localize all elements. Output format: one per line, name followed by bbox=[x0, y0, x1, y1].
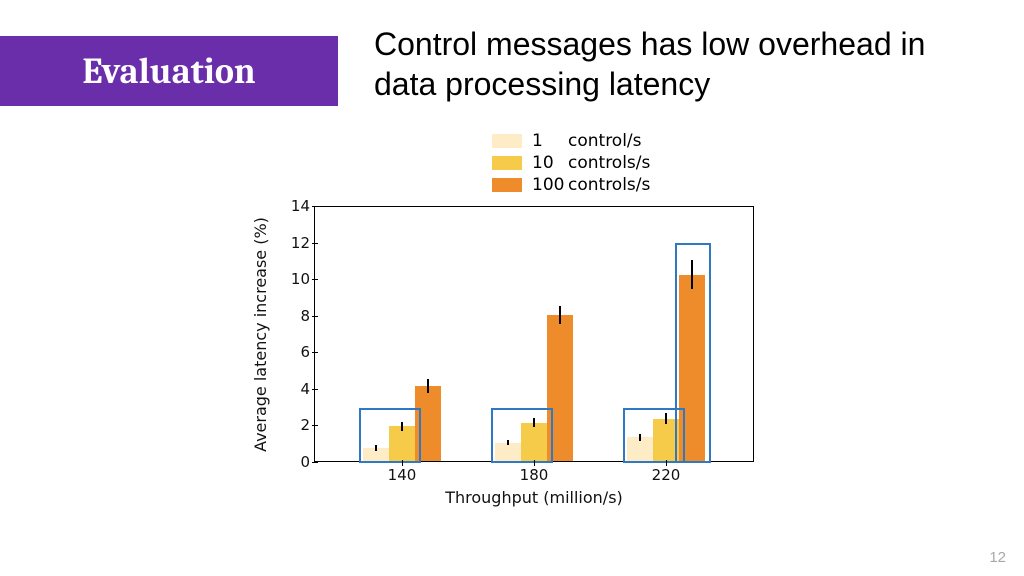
legend: 1 control/s 10 controls/s 100 controls/s bbox=[492, 130, 650, 196]
chart: 1 control/s 10 controls/s 100 controls/s… bbox=[248, 130, 772, 520]
x-tick: 220 bbox=[636, 466, 696, 484]
plot-area bbox=[314, 206, 754, 462]
legend-item-2: 10 controls/s bbox=[492, 152, 650, 174]
page-number: 12 bbox=[989, 549, 1006, 566]
section-badge-label: Evaluation bbox=[82, 51, 255, 92]
legend-unit-3: controls/s bbox=[568, 175, 650, 195]
legend-num-1: 1 bbox=[532, 131, 568, 151]
legend-unit-2: controls/s bbox=[568, 153, 650, 173]
y-tick: 0 bbox=[280, 453, 310, 471]
y-tick: 12 bbox=[280, 234, 310, 252]
annotation-box bbox=[675, 243, 711, 463]
annotation-box bbox=[359, 408, 421, 463]
x-tick: 140 bbox=[372, 466, 432, 484]
error-bar bbox=[559, 306, 561, 324]
legend-num-2: 10 bbox=[532, 153, 568, 173]
error-bar bbox=[427, 379, 429, 394]
y-tick: 8 bbox=[280, 307, 310, 325]
legend-swatch-2 bbox=[492, 156, 522, 170]
annotation-box bbox=[491, 408, 553, 463]
legend-item-1: 1 control/s bbox=[492, 130, 650, 152]
legend-item-3: 100 controls/s bbox=[492, 174, 650, 196]
legend-swatch-3 bbox=[492, 178, 522, 192]
section-badge: Evaluation bbox=[0, 36, 338, 106]
legend-num-3: 100 bbox=[532, 175, 568, 195]
y-tick: 10 bbox=[280, 270, 310, 288]
x-axis-label: Throughput (million/s) bbox=[314, 488, 754, 507]
legend-unit-1: control/s bbox=[568, 131, 642, 151]
slide: Evaluation Control messages has low over… bbox=[0, 0, 1024, 576]
y-tick: 4 bbox=[280, 380, 310, 398]
y-tick: 6 bbox=[280, 343, 310, 361]
y-axis-label: Average latency increase (%) bbox=[250, 206, 270, 462]
legend-swatch-1 bbox=[492, 134, 522, 148]
y-tick: 2 bbox=[280, 416, 310, 434]
slide-headline: Control messages has low overhead in dat… bbox=[374, 24, 984, 104]
y-tick: 14 bbox=[280, 197, 310, 215]
x-tick: 180 bbox=[504, 466, 564, 484]
